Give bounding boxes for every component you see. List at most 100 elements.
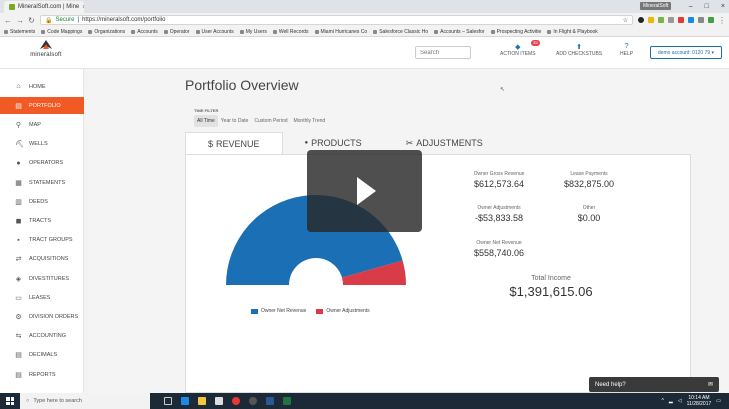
time-filter-custom-period[interactable]: Custom Period <box>251 115 290 127</box>
extension-icon[interactable] <box>678 17 684 23</box>
bookmark-label: Prospecting Activitie <box>496 28 542 35</box>
bookmark-item[interactable]: Operator <box>163 29 190 35</box>
back-icon[interactable]: ← <box>4 16 12 25</box>
url-field[interactable]: 🔒 Secure | https://mineralsoft.com/portf… <box>40 15 633 25</box>
bookmark-item[interactable]: Statements <box>4 29 35 35</box>
edge-icon[interactable] <box>181 397 189 405</box>
bookmark-item[interactable]: Organizations <box>88 29 125 35</box>
close-window-icon[interactable]: × <box>721 3 725 10</box>
taskbar-search[interactable]: ○ Type here to search <box>20 393 150 409</box>
volume-icon[interactable]: ◁ <box>678 398 682 404</box>
close-tab-icon[interactable]: × <box>82 4 84 11</box>
extension-icon[interactable] <box>668 17 674 23</box>
sidebar-item-label: LEASES <box>29 294 51 301</box>
sidebar-item-reports[interactable]: ▤ REPORTS <box>0 366 84 383</box>
bookmark-item[interactable]: Well Records <box>272 29 309 35</box>
tract-icon: ◼ <box>15 217 22 225</box>
extension-icon[interactable] <box>698 17 704 23</box>
bookmark-item[interactable]: Code Mappings <box>41 29 82 35</box>
add-checkstubs-button[interactable]: ⬆ ADD CHECKSTUBS <box>556 43 602 57</box>
network-icon[interactable]: ▂ <box>669 398 673 404</box>
app-icon[interactable] <box>266 397 274 405</box>
secure-label: Secure <box>55 17 75 23</box>
legend-item-net-revenue: Owner Net Revenue <box>251 308 306 314</box>
help-button[interactable]: ? HELP <box>620 43 633 57</box>
need-help-widget[interactable]: Need help? ✉ <box>589 377 719 392</box>
action-items-badge: 35 <box>531 40 540 46</box>
stat-label: Owner Net Revenue <box>476 240 522 246</box>
bookmark-icon <box>195 29 200 34</box>
bookmark-item[interactable]: Accounts <box>131 29 158 35</box>
owner-adjustments-stat: Owner Adjustments -$53,833.58 <box>454 205 544 223</box>
time-filter-year-to-date[interactable]: Year to Date <box>218 115 252 127</box>
sidebar-item-acquisitions[interactable]: ⇄ ACQUISITIONS <box>0 251 84 268</box>
chrome-icon[interactable] <box>232 397 240 405</box>
legend-label: Owner Net Revenue <box>261 308 307 314</box>
time-filter-all-time[interactable]: All Time <box>194 115 218 127</box>
bookmark-item[interactable]: Salesforce Classic Ho <box>373 29 428 35</box>
account-dropdown[interactable]: demo account: 0120 79 ▾ <box>650 46 722 59</box>
menu-kebab-icon[interactable]: ⋮ <box>718 16 726 25</box>
deed-icon: ▥ <box>15 198 22 206</box>
bookmark-star-icon[interactable]: ☆ <box>623 17 628 24</box>
sidebar-item-home[interactable]: ⌂ HOME <box>0 78 84 95</box>
clock[interactable]: 10:14 AM 11/28/2017 <box>687 395 712 407</box>
forward-icon[interactable]: → <box>16 16 24 25</box>
total-income-stat: Total Income $1,391,615.06 <box>486 275 616 299</box>
store-icon[interactable] <box>215 397 223 405</box>
mineralsoft-logo[interactable]: mineralsoft <box>24 40 68 58</box>
bookmark-label: Accounts <box>137 28 158 35</box>
extension-icon[interactable] <box>638 17 644 23</box>
extension-icon[interactable] <box>648 17 654 23</box>
sidebar-item-decimals[interactable]: ▤ DECIMALS <box>0 347 84 364</box>
file-explorer-icon[interactable] <box>198 397 206 405</box>
bookmark-item[interactable]: Miami Hurricanes Co <box>314 29 367 35</box>
bookmark-item[interactable]: Prospecting Activitie <box>490 28 542 35</box>
extension-icon[interactable] <box>688 17 694 23</box>
sidebar-item-map[interactable]: ⚲ MAP <box>0 116 84 133</box>
start-button[interactable] <box>0 393 20 409</box>
reports-icon: ▤ <box>15 371 22 379</box>
extension-icon[interactable] <box>658 17 664 23</box>
home-icon: ⌂ <box>16 83 21 90</box>
browser-tab[interactable]: MineralSoft.com | Mine × <box>4 1 84 13</box>
sidebar-item-deeds[interactable]: ▥ DEEDS <box>0 193 84 210</box>
sidebar-item-wells[interactable]: ⛏ WELLS <box>0 136 84 153</box>
minimize-icon[interactable]: – <box>689 3 693 10</box>
reload-icon[interactable]: ↻ <box>28 16 35 25</box>
sidebar-item-operators[interactable]: ● OPERATORS <box>0 155 84 172</box>
profile-badge[interactable]: MineralSoft <box>640 2 672 10</box>
bookmark-label: User Accounts <box>201 28 234 35</box>
sidebar-item-leases[interactable]: ▭ LEASES <box>0 289 84 306</box>
bookmark-item[interactable]: In Flight & Playbook <box>547 29 598 35</box>
sidebar-item-tract-groups[interactable]: ▪ TRACT GROUPS <box>0 232 84 249</box>
search-input[interactable] <box>415 46 471 59</box>
extension-icon[interactable] <box>708 17 714 23</box>
app-icon[interactable] <box>249 397 257 405</box>
bookmark-item[interactable]: Accounts – Salesfor <box>434 29 485 35</box>
notifications-icon[interactable]: ▭ <box>716 398 721 404</box>
play-icon[interactable] <box>357 177 376 205</box>
bookmarks-bar: Statements Code Mappings Organizations Acco… <box>0 27 729 37</box>
sidebar-item-tracts[interactable]: ◼ TRACTS <box>0 212 84 229</box>
sidebar-item-statements[interactable]: ▦ STATEMENTS <box>0 174 84 191</box>
tab-revenue[interactable]: $ REVENUE <box>185 132 283 154</box>
sidebar-item-accounting[interactable]: ⇆ ACCOUNTING <box>0 328 84 345</box>
time-filter-monthly-trend[interactable]: Monthly Trend <box>290 115 328 127</box>
action-items-button[interactable]: ◆ 35 ACTION ITEMS <box>500 40 540 57</box>
bookmark-item[interactable]: User Accounts <box>195 28 234 35</box>
excel-icon[interactable] <box>283 397 291 405</box>
video-play-overlay[interactable] <box>307 150 422 232</box>
sidebar-item-divestitures[interactable]: ◈ DIVESTITURES <box>0 270 84 287</box>
task-view-icon[interactable] <box>164 397 172 405</box>
lock-icon: 🔒 <box>45 17 53 24</box>
bell-icon: ◆ 35 <box>515 40 540 51</box>
sidebar-item-portfolio[interactable]: ▤ PORTFOLIO <box>0 97 84 115</box>
bookmark-item[interactable]: My Users <box>239 29 267 35</box>
tray-chevron-icon[interactable]: ^ <box>662 398 664 404</box>
sidebar-item-division-orders[interactable]: ⚙ DIVISION ORDERS <box>0 308 84 325</box>
maximize-icon[interactable]: □ <box>705 3 709 10</box>
search-icon: ○ <box>26 398 30 404</box>
chat-icon: ✉ <box>707 382 713 388</box>
clock-date: 11/28/2017 <box>686 401 712 407</box>
